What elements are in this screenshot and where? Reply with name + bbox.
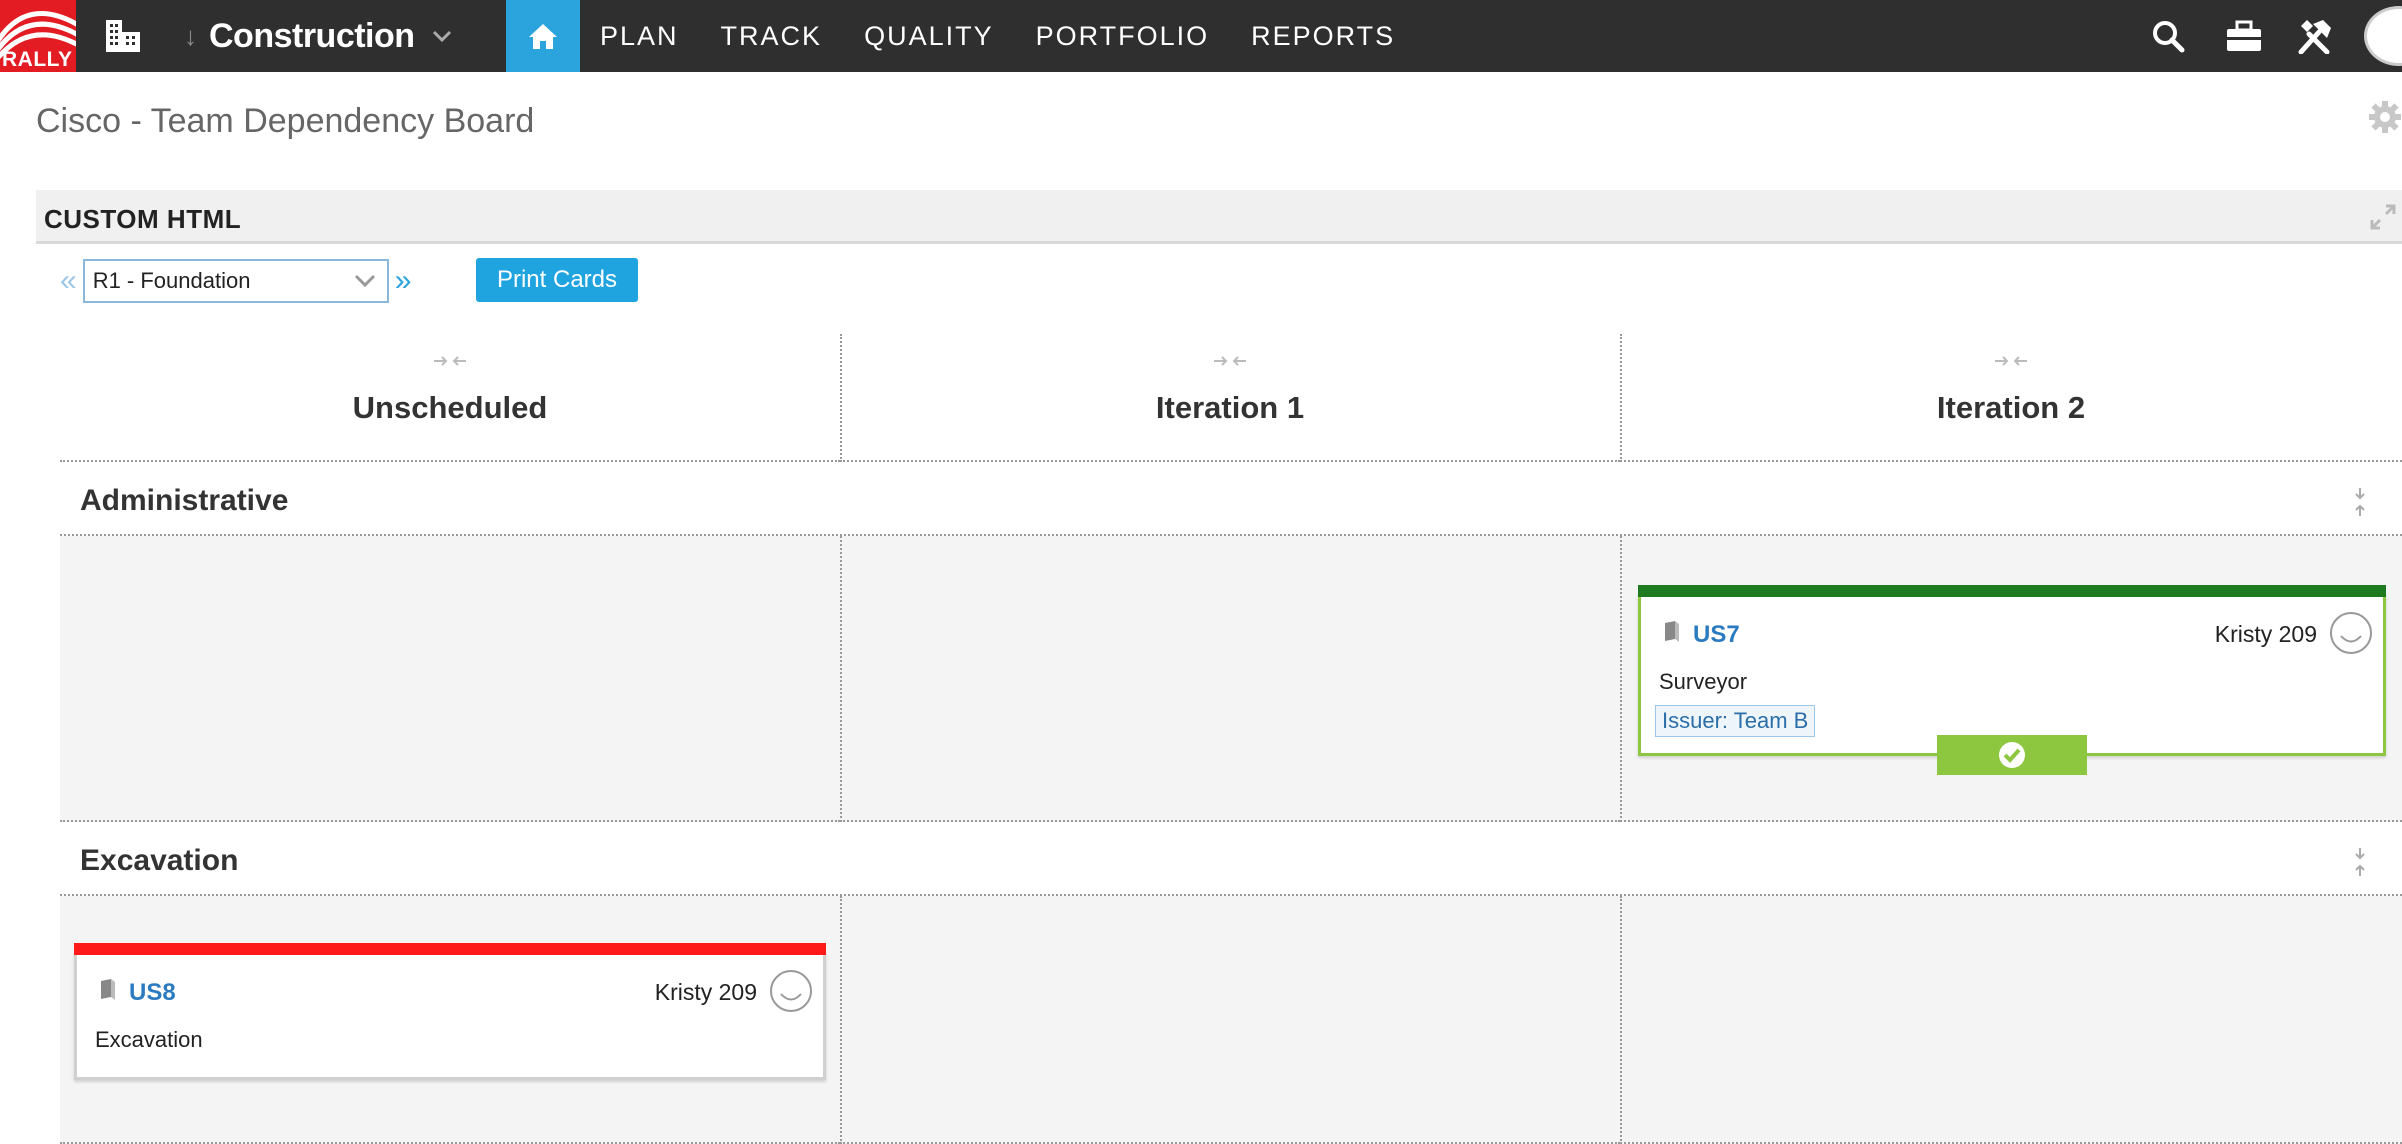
owner-avatar-icon — [770, 970, 812, 1012]
page-title: Cisco - Team Dependency Board — [36, 102, 535, 140]
home-icon — [529, 24, 557, 49]
column-header-iteration-1: Iteration 1 — [840, 334, 1620, 462]
card-status-bar — [74, 943, 826, 955]
previous-release-button[interactable]: « — [60, 264, 77, 298]
swimlane-header-administrative: Administrative — [60, 462, 2402, 536]
story-card-us7[interactable]: US7 Kristy 209 Surveyor Issuer: Team B — [1638, 585, 2386, 775]
swimlane-title: Excavation — [80, 844, 239, 877]
panel-title: CUSTOM HTML — [44, 204, 242, 234]
collapse-column-icon[interactable] — [1993, 354, 2029, 368]
expand-icon[interactable] — [2368, 202, 2398, 232]
column-header-unscheduled: Unscheduled — [60, 334, 840, 462]
card-tag[interactable]: Issuer: Team B — [1655, 705, 1816, 737]
top-navigation-bar: RALLY ↓ Construction PLAN TRACK QUALITY … — [0, 0, 2402, 72]
column-divider — [1620, 536, 1622, 822]
ready-check-icon[interactable] — [1937, 735, 2087, 775]
column-divider — [840, 334, 842, 462]
column-divider — [840, 536, 842, 822]
panel-header: CUSTOM HTML — [36, 190, 2402, 244]
next-release-button[interactable]: » — [395, 264, 412, 298]
nav-portfolio[interactable]: PORTFOLIO — [1036, 21, 1210, 52]
rally-logo[interactable]: RALLY — [0, 0, 82, 72]
card-name: Surveyor — [1659, 669, 1748, 694]
board-cell — [60, 536, 840, 822]
nav-quality[interactable]: QUALITY — [864, 21, 994, 52]
print-cards-button[interactable]: Print Cards — [476, 258, 638, 302]
release-select[interactable]: R1 - Foundation — [82, 259, 389, 303]
swimlane-title: Administrative — [80, 484, 289, 517]
logo-text: RALLY — [2, 48, 73, 71]
column-divider — [840, 896, 842, 1144]
board-cell: US8 Kristy 209 Excavation — [60, 896, 840, 1144]
column-divider — [1620, 896, 1622, 1144]
dependency-board: Unscheduled Iteration 1 Iteration 2 Admi… — [60, 334, 2402, 1144]
user-story-book-icon — [101, 979, 115, 1000]
collapse-column-icon[interactable] — [1212, 354, 1248, 368]
column-title: Unscheduled — [352, 390, 548, 425]
board-cell: US7 Kristy 209 Surveyor Issuer: Team B — [1620, 536, 2402, 822]
column-divider — [1620, 334, 1622, 462]
project-picker[interactable]: ↓ Construction — [184, 12, 453, 60]
chevron-down-icon — [432, 30, 451, 43]
chevron-down-icon — [354, 274, 375, 288]
card-name: Excavation — [95, 1027, 203, 1052]
tools-icon[interactable] — [2294, 14, 2338, 58]
user-avatar[interactable] — [2364, 6, 2402, 66]
nav-plan[interactable]: PLAN — [600, 21, 679, 52]
card-formatted-id[interactable]: US8 — [129, 979, 176, 1007]
card-formatted-id[interactable]: US7 — [1693, 621, 1740, 649]
nav-reports[interactable]: REPORTS — [1251, 21, 1395, 52]
card-owner: Kristy 209 — [2214, 621, 2317, 647]
project-name: Construction — [209, 16, 415, 55]
user-story-book-icon — [1665, 621, 1679, 642]
search-icon[interactable] — [2146, 14, 2190, 58]
nav-track[interactable]: TRACK — [721, 21, 823, 52]
card-owner: Kristy 209 — [654, 979, 757, 1005]
workspace-building-icon[interactable] — [104, 18, 144, 54]
home-button[interactable] — [506, 0, 580, 72]
column-header-iteration-2: Iteration 2 — [1620, 334, 2402, 462]
card-status-bar — [1638, 585, 2386, 597]
board-cell — [1620, 896, 2402, 1144]
board-cell — [840, 536, 1620, 822]
gear-icon[interactable] — [2368, 100, 2402, 134]
swimlane-header-excavation: Excavation — [60, 822, 2402, 896]
collapse-swimlane-icon[interactable] — [2352, 486, 2368, 518]
collapse-column-icon[interactable] — [432, 354, 468, 368]
owner-avatar-icon — [2330, 612, 2372, 654]
release-toolbar: « R1 - Foundation » Print Cards — [60, 258, 638, 304]
briefcase-icon[interactable] — [2222, 14, 2266, 58]
collapse-swimlane-icon[interactable] — [2352, 846, 2368, 878]
column-title: Iteration 1 — [1155, 390, 1305, 425]
release-select-value: R1 - Foundation — [92, 268, 251, 293]
scope-down-arrow-icon: ↓ — [184, 20, 197, 51]
board-cell — [840, 896, 1620, 1144]
main-nav-links: PLAN TRACK QUALITY PORTFOLIO REPORTS — [600, 0, 1437, 72]
story-card-us8[interactable]: US8 Kristy 209 Excavation — [74, 943, 826, 1080]
column-title: Iteration 2 — [1936, 390, 2086, 425]
